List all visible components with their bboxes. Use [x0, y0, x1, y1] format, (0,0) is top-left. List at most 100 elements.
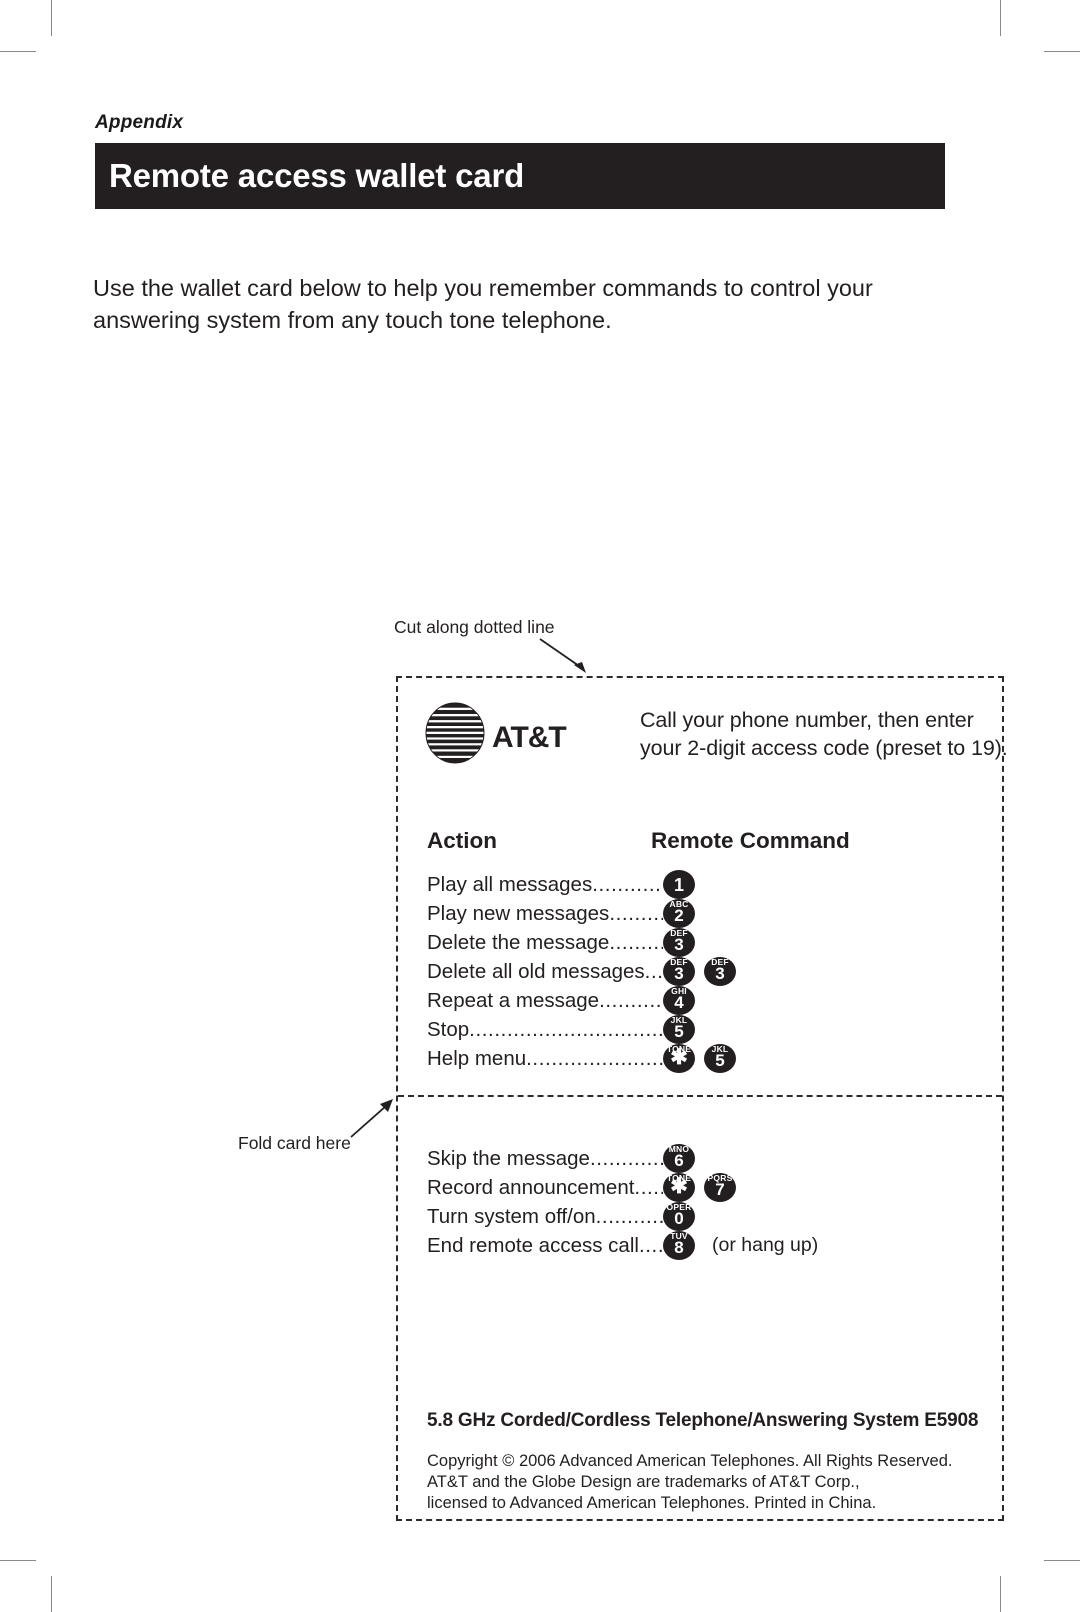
keypad-key-digit: 5 — [674, 1022, 684, 1041]
crop-mark-top-right — [1000, 0, 1001, 36]
command-action-label: Stop....................................… — [427, 1015, 663, 1044]
card-column-headers: Action Remote Command — [427, 828, 992, 858]
keypad-key-digit: 6 — [674, 1151, 684, 1170]
command-leader-dots: ............ — [634, 1176, 663, 1199]
card-brand-row: AT&T Call your phone number, then enter … — [424, 698, 1008, 776]
command-row: Repeat a message....................GHI4 — [427, 986, 994, 1015]
fold-line-note: Fold card here — [238, 1133, 351, 1153]
command-keys: 1 — [663, 870, 695, 899]
keypad-key-digit: 5 — [715, 1051, 725, 1070]
card-copyright: Copyright © 2006 Advanced American Telep… — [427, 1451, 992, 1514]
keypad-key-digit: 4 — [674, 993, 684, 1012]
keypad-key-digit: ✱ — [670, 1046, 688, 1069]
command-leader-dots: .................... — [599, 989, 663, 1012]
keypad-key-digit: 1 — [673, 875, 684, 895]
copyright-line: AT&T and the Globe Design are trademarks… — [427, 1473, 860, 1491]
keypad-key-1: 1 — [663, 870, 695, 899]
command-list-bottom: Skip the message.......................M… — [427, 1144, 994, 1260]
command-keys: TUV 8 (or hang up) — [663, 1231, 818, 1260]
command-leader-dots: ................................ — [526, 1047, 663, 1070]
command-keys: MNO 6 — [663, 1144, 695, 1173]
command-note: (or hang up) — [712, 1234, 819, 1256]
keypad-key-3: DEF 3 — [663, 957, 695, 986]
command-leader-dots: ....................... — [589, 1147, 663, 1170]
card-bottom-half: Skip the message.......................M… — [398, 1095, 1002, 1519]
appendix-label: Appendix — [95, 112, 184, 133]
command-leader-dots: ................... — [595, 1205, 663, 1228]
command-keys: GHI 4 — [663, 986, 695, 1015]
card-product-line: 5.8 GHz Corded/Cordless Telephone/Answer… — [427, 1410, 979, 1431]
command-keys: DEF 3 — [663, 928, 695, 957]
command-leader-dots: ........................................… — [469, 1018, 663, 1041]
column-header-remote-command: Remote Command — [651, 828, 850, 853]
command-keys: JKL 5 — [663, 1015, 695, 1044]
svg-text:AT&T: AT&T — [492, 721, 566, 754]
keypad-key-digit: 3 — [715, 964, 725, 983]
command-action-label: Delete the message................. — [427, 928, 663, 957]
keypad-key-digit: 0 — [674, 1209, 684, 1228]
crop-mark-top-left — [51, 0, 52, 36]
page-title-bar: Remote access wallet card — [95, 143, 945, 209]
keypad-key-digit: 8 — [674, 1238, 684, 1257]
keypad-key-3: DEF 3 — [704, 957, 736, 986]
wallet-card: AT&T Call your phone number, then enter … — [396, 676, 1008, 1521]
keypad-key-digit: 2 — [674, 906, 684, 925]
keypad-key-digit: 3 — [674, 935, 684, 954]
command-keys: OPER 0 — [663, 1202, 695, 1231]
page-title: Remote access wallet card — [109, 157, 525, 194]
keypad-key-0: OPER 0 — [663, 1202, 695, 1231]
keypad-key-8: TUV 8 — [663, 1231, 695, 1260]
command-keys: ABC 2 — [663, 899, 695, 928]
keypad-key-digit: 3 — [674, 964, 684, 983]
att-globe-logo-icon: AT&T — [425, 702, 567, 764]
command-row: Help menu...............................… — [427, 1044, 994, 1073]
command-leader-dots: ....................... — [592, 873, 663, 896]
fold-line-arrow-icon — [350, 1099, 393, 1138]
keypad-key-5: JKL 5 — [663, 1015, 695, 1044]
keypad-key-4: GHI 4 — [663, 986, 695, 1015]
keypad-key-7: PQRS 7 — [704, 1173, 736, 1202]
command-action-label: Play new messages................... — [427, 899, 663, 928]
command-leader-dots: .......... — [644, 960, 663, 983]
card-headline: Call your phone number, then enter your … — [640, 708, 1008, 760]
command-keys: TONE ✱ PQRS 7 — [663, 1173, 736, 1202]
keypad-key-digit: 7 — [715, 1180, 725, 1199]
keypad-key-star: TONE ✱ — [663, 1173, 695, 1202]
keypad-key-6: MNO 6 — [663, 1144, 695, 1173]
copyright-line: licensed to Advanced American Telephones… — [427, 1494, 877, 1512]
crop-mark-right-top — [1044, 51, 1080, 52]
command-row: Play new messages...................ABC2 — [427, 899, 994, 928]
command-keys: DEF 3 DEF 3 — [663, 957, 736, 986]
command-leader-dots: ................... — [609, 902, 663, 925]
command-row: Delete the message.................DEF3 — [427, 928, 994, 957]
keypad-key-digit: ✱ — [670, 1175, 688, 1198]
command-action-label: Delete all old messages.......... — [427, 957, 663, 986]
crop-mark-left-top — [0, 51, 36, 52]
command-action-label: Turn system off/on................... — [427, 1202, 663, 1231]
command-action-label: Play all messages....................... — [427, 870, 663, 899]
crop-mark-bottom-left — [51, 1576, 52, 1612]
command-leader-dots: ................. — [609, 931, 663, 954]
command-action-label: Record announcement............ — [427, 1173, 663, 1202]
command-list-top: Play all messages.......................… — [427, 870, 994, 1073]
card-top-half: AT&T Call your phone number, then enter … — [398, 678, 1008, 1095]
keypad-key-star: TONE ✱ — [663, 1044, 695, 1073]
command-action-label: Repeat a message.................... — [427, 986, 663, 1015]
crop-mark-left-bottom — [0, 1560, 36, 1561]
cut-line-arrow-icon — [539, 638, 586, 673]
keypad-key-3: DEF 3 — [663, 928, 695, 957]
copyright-line: Copyright © 2006 Advanced American Telep… — [427, 1452, 953, 1470]
command-row: Stop....................................… — [427, 1015, 994, 1044]
command-leader-dots: ............ — [638, 1234, 663, 1257]
crop-mark-bottom-right — [1000, 1576, 1001, 1612]
command-row: Play all messages.......................… — [427, 870, 994, 899]
command-action-label: Help menu...............................… — [427, 1044, 663, 1073]
keypad-key-5: JKL 5 — [704, 1044, 736, 1073]
crop-mark-right-bottom — [1044, 1560, 1080, 1561]
cut-line-note: Cut along dotted line — [394, 617, 555, 637]
column-header-action: Action — [427, 828, 497, 853]
command-action-label: Skip the message....................... — [427, 1144, 663, 1173]
command-row: Skip the message.......................M… — [427, 1144, 994, 1173]
intro-paragraph: Use the wallet card below to help you re… — [93, 275, 873, 333]
command-action-label: End remote access call............ — [427, 1231, 663, 1260]
